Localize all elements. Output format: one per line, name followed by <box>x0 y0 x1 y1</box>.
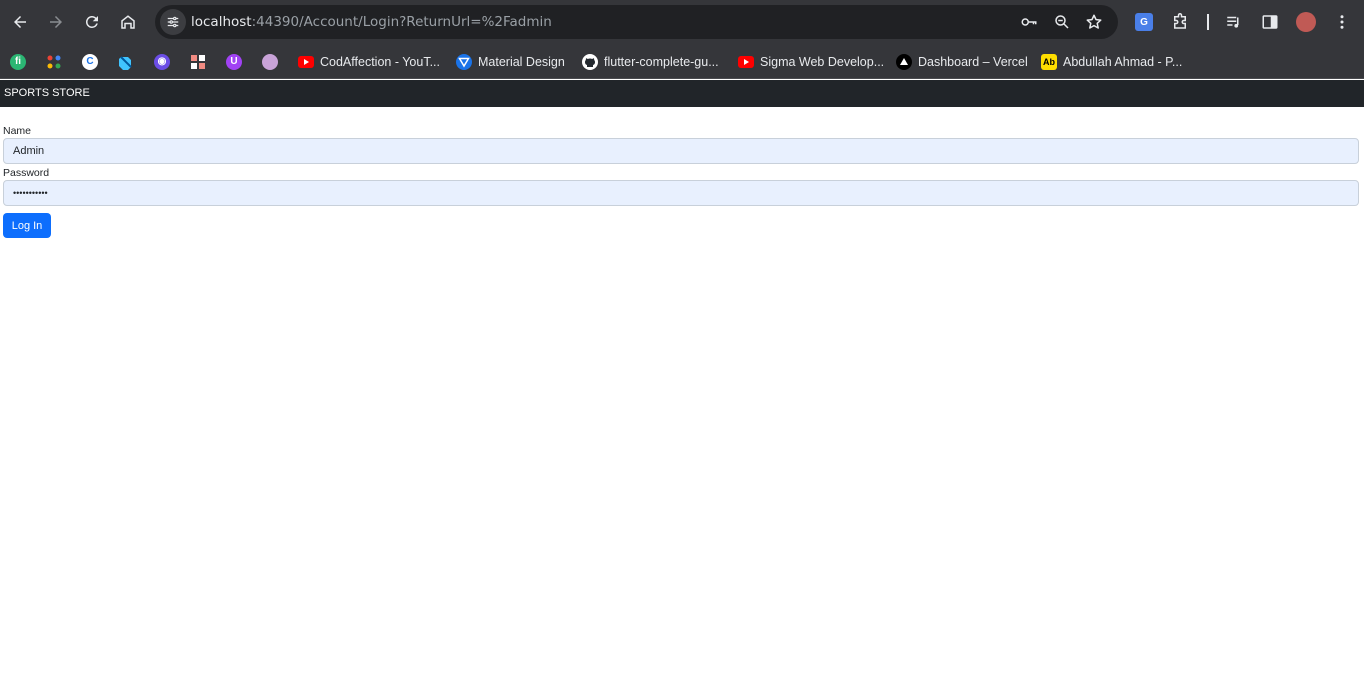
grid-icon <box>191 54 205 69</box>
bookmark-grid[interactable] <box>190 44 206 79</box>
toolbar-divider <box>1207 14 1209 30</box>
home-icon <box>121 15 135 29</box>
reload-button[interactable] <box>78 8 106 36</box>
bookmark-label: flutter-complete-gu... <box>604 54 719 69</box>
site-navbar: SPORTS STORE <box>0 80 1364 107</box>
zoom-icon[interactable] <box>1053 13 1071 31</box>
bookmarks-bar: fi C ◉ U CodAffection - YouT... Material… <box>0 44 1364 79</box>
youtube-icon <box>738 55 754 68</box>
c-logo-icon: C <box>82 53 98 70</box>
bookmark-dart[interactable] <box>118 44 134 79</box>
back-button[interactable] <box>6 8 34 36</box>
forward-button[interactable] <box>42 8 70 36</box>
menu-kebab-icon[interactable] <box>1331 11 1353 33</box>
browser-toolbar: localhost:44390/Account/Login?ReturnUrl=… <box>0 0 1364 44</box>
bookmark-sigma[interactable]: Sigma Web Develop... <box>738 44 884 79</box>
media-control-icon[interactable] <box>1223 11 1245 33</box>
bookmark-app[interactable]: ◉ <box>154 44 170 79</box>
bookmark-dots[interactable] <box>46 44 62 79</box>
bookmark-u[interactable]: U <box>226 44 242 79</box>
tune-icon <box>167 16 179 28</box>
name-label: Name <box>3 125 32 137</box>
youtube-icon <box>298 55 314 68</box>
bookmark-material-design[interactable]: Material Design <box>456 44 565 79</box>
translate-extension-icon[interactable]: G <box>1133 11 1155 33</box>
ab-icon: Ab <box>1041 53 1057 70</box>
key-icon[interactable] <box>1020 13 1038 31</box>
u-logo-icon: U <box>226 53 242 70</box>
avatar-icon <box>262 53 278 70</box>
bookmark-abdullah[interactable]: Ab Abdullah Ahmad - P... <box>1041 44 1182 79</box>
bookmark-vercel[interactable]: Dashboard – Vercel <box>896 44 1028 79</box>
brand-title[interactable]: SPORTS STORE <box>4 87 90 99</box>
bookmark-c[interactable]: C <box>82 44 98 79</box>
bookmark-label: Abdullah Ahmad - P... <box>1063 54 1183 69</box>
login-button[interactable]: Log In <box>3 213 51 238</box>
password-input[interactable]: ••••••••••• <box>3 180 1359 206</box>
profile-avatar-icon[interactable] <box>1295 11 1317 33</box>
address-bar[interactable]: localhost:44390/Account/Login?ReturnUrl=… <box>155 5 1118 39</box>
back-arrow-icon <box>14 16 26 28</box>
name-input[interactable]: Admin <box>3 138 1359 164</box>
side-panel-icon[interactable] <box>1259 11 1281 33</box>
login-form: Name Admin Password ••••••••••• Log In <box>3 124 1359 238</box>
url-path: :44390/Account/Login?ReturnUrl=%2Fadmin <box>251 14 552 30</box>
fi-icon: fi <box>10 53 26 70</box>
password-label: Password <box>3 167 50 179</box>
bookmark-label: Dashboard – Vercel <box>918 54 1028 69</box>
dart-icon <box>119 55 132 70</box>
bookmark-label: CodAffection - YouT... <box>320 54 440 69</box>
star-icon[interactable] <box>1085 13 1103 31</box>
extensions-puzzle-icon[interactable] <box>1169 11 1191 33</box>
url-text: localhost:44390/Account/Login?ReturnUrl=… <box>191 14 552 30</box>
bookmark-codaffection[interactable]: CodAffection - YouT... <box>298 44 440 79</box>
ring-icon: ◉ <box>154 53 170 70</box>
reload-icon <box>85 15 98 28</box>
bookmark-avatar[interactable] <box>262 44 278 79</box>
forward-arrow-icon <box>50 16 62 28</box>
bookmark-flutter-complete[interactable]: flutter-complete-gu... <box>582 44 719 79</box>
url-host: localhost <box>191 14 252 30</box>
site-info-button[interactable] <box>160 9 186 35</box>
bookmark-fi[interactable]: fi <box>10 44 26 79</box>
home-button[interactable] <box>114 8 142 36</box>
github-icon <box>582 53 598 70</box>
colorful-dots-icon <box>47 55 61 68</box>
bookmark-label: Material Design <box>478 54 565 69</box>
material-design-icon <box>456 53 472 70</box>
bookmark-label: Sigma Web Develop... <box>760 54 885 69</box>
vercel-icon <box>896 53 912 70</box>
